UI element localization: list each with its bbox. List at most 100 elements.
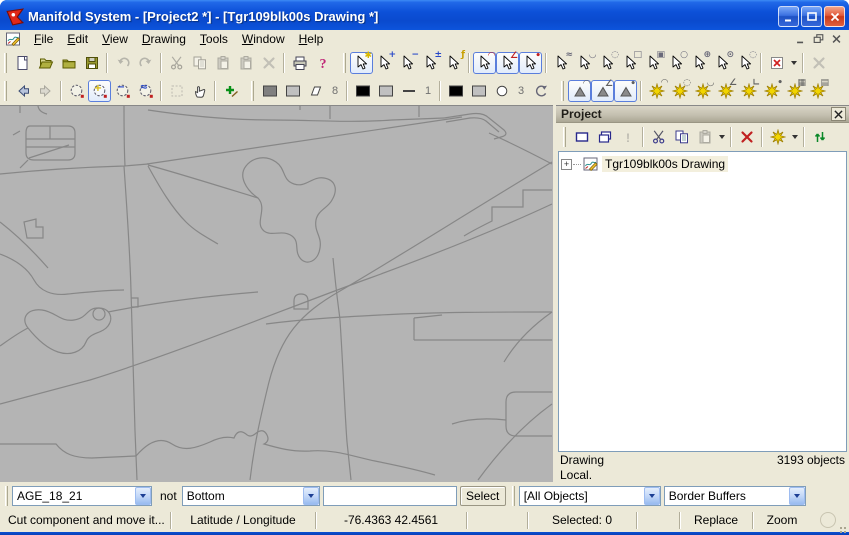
snap-to-point-button[interactable]: • <box>614 80 637 102</box>
zoom-out-button[interactable]: − <box>111 80 134 102</box>
edit-corner-button[interactable]: ∟ <box>737 80 760 102</box>
tree-item-drawing[interactable]: + Tgr109blk00s Drawing <box>561 155 844 173</box>
chevron-down-icon[interactable] <box>135 487 151 505</box>
help-button[interactable]: ? <box>311 52 334 74</box>
menu-window[interactable]: Window <box>235 31 292 47</box>
select-circle-button[interactable]: ○ <box>665 52 688 74</box>
status-tool-mode[interactable]: Zoom <box>753 512 811 529</box>
view-mode-button[interactable] <box>65 80 88 102</box>
touch-select-segment-button[interactable]: ∠ <box>496 52 519 74</box>
open-in-new-window-button[interactable] <box>593 126 616 148</box>
select-box-centered-button[interactable]: ▣ <box>642 52 665 74</box>
maximize-button[interactable] <box>801 6 822 27</box>
condition-combo[interactable]: Bottom <box>182 486 320 506</box>
dropdown-arrow-icon[interactable] <box>789 126 800 148</box>
line-style-button[interactable] <box>397 80 420 102</box>
open-project-button[interactable] <box>34 52 57 74</box>
new-document-button[interactable] <box>11 52 34 74</box>
menu-help[interactable]: Help <box>292 31 331 47</box>
not-toggle[interactable]: not <box>155 489 182 503</box>
toolbar-grip[interactable] <box>251 81 254 101</box>
line-foreground-color-button[interactable] <box>351 80 374 102</box>
area-foreground-color-button[interactable] <box>258 80 281 102</box>
chevron-down-icon[interactable] <box>303 487 319 505</box>
select-circle-plus-button[interactable]: ⊕ <box>688 52 711 74</box>
map-canvas[interactable] <box>0 105 553 482</box>
chevron-down-icon[interactable] <box>644 487 660 505</box>
open-component-button[interactable] <box>570 126 593 148</box>
print-button[interactable] <box>288 52 311 74</box>
toolbar-grip[interactable] <box>512 486 515 506</box>
zoom-in-button[interactable]: + <box>88 80 111 102</box>
area-style-button[interactable] <box>304 80 327 102</box>
select-button[interactable]: Select <box>460 486 506 506</box>
point-style-button[interactable] <box>490 80 513 102</box>
select-touch-button[interactable]: ≈ <box>550 52 573 74</box>
point-foreground-color-button[interactable] <box>444 80 467 102</box>
close-button[interactable] <box>824 6 845 27</box>
select-box-button[interactable]: □ <box>619 52 642 74</box>
pane-close-button[interactable] <box>831 107 846 121</box>
toolbar-grip[interactable] <box>5 486 8 506</box>
select-circle-dotted-button[interactable]: ◌ <box>734 52 757 74</box>
save-button[interactable] <box>80 52 103 74</box>
objects-combo[interactable]: [All Objects] <box>519 486 661 506</box>
field-combo[interactable]: AGE_18_21 <box>12 486 152 506</box>
select-formula-button[interactable]: ƒ <box>442 52 465 74</box>
edit-grid-button[interactable]: ▦ <box>783 80 806 102</box>
area-background-color-button[interactable] <box>281 80 304 102</box>
mdi-close-button[interactable] <box>828 32 845 46</box>
edit-segment-button[interactable]: ∠ <box>714 80 737 102</box>
toolbar-grip[interactable] <box>343 53 346 73</box>
edit-line-button[interactable]: ◠ <box>645 80 668 102</box>
dropdown-arrow-icon[interactable] <box>788 52 799 74</box>
line-background-color-button[interactable] <box>374 80 397 102</box>
toolbar-grip[interactable] <box>4 81 7 101</box>
delete-button[interactable] <box>735 126 758 148</box>
touch-select-line-button[interactable]: ◠ <box>473 52 496 74</box>
menu-edit[interactable]: Edit <box>60 31 95 47</box>
cut-button[interactable] <box>647 126 670 148</box>
edit-area-button[interactable]: ◌ <box>668 80 691 102</box>
chevron-down-icon[interactable] <box>789 487 805 505</box>
expand-icon[interactable]: + <box>561 159 572 170</box>
snap-to-line-button[interactable]: ◠ <box>568 80 591 102</box>
import-button[interactable] <box>57 52 80 74</box>
status-paste-mode[interactable]: Replace <box>680 512 752 529</box>
new-component-button[interactable] <box>766 126 789 148</box>
rotate-button[interactable] <box>529 80 552 102</box>
mdi-minimize-button[interactable] <box>792 32 809 46</box>
select-new-button[interactable]: ✱ <box>350 52 373 74</box>
mdi-restore-button[interactable] <box>810 32 827 46</box>
edit-grid-alt-button[interactable]: ▤ <box>806 80 829 102</box>
select-toggle-button[interactable]: ± <box>419 52 442 74</box>
clear-selection-button[interactable] <box>765 52 788 74</box>
snap-to-segment-button[interactable]: ∠ <box>591 80 614 102</box>
value-input[interactable] <box>323 486 457 506</box>
toolbar-grip[interactable] <box>561 81 564 101</box>
select-add-button[interactable]: + <box>373 52 396 74</box>
resize-grip[interactable] <box>819 511 849 531</box>
touch-select-point-button[interactable]: • <box>519 52 542 74</box>
zoom-fit-button[interactable]: ≈ <box>134 80 157 102</box>
back-button[interactable] <box>11 80 34 102</box>
edit-point-button[interactable]: • <box>760 80 783 102</box>
minimize-button[interactable] <box>778 6 799 27</box>
refresh-data-button[interactable] <box>808 126 831 148</box>
toolbar-grip[interactable] <box>4 53 7 73</box>
point-background-color-button[interactable] <box>467 80 490 102</box>
tree-item-label[interactable]: Tgr109blk00s Drawing <box>602 156 728 172</box>
pan-button[interactable] <box>188 80 211 102</box>
select-circle-centered-button[interactable]: ⊙ <box>711 52 734 74</box>
toolbar-grip[interactable] <box>563 127 566 147</box>
menu-file[interactable]: File <box>27 31 60 47</box>
select-lasso-button[interactable]: ◌ <box>596 52 619 74</box>
menu-tools[interactable]: Tools <box>193 31 235 47</box>
menu-view[interactable]: View <box>95 31 135 47</box>
select-freeform-button[interactable]: ◡ <box>573 52 596 74</box>
template-combo[interactable]: Border Buffers <box>664 486 806 506</box>
menu-drawing[interactable]: Drawing <box>135 31 193 47</box>
edit-arc-button[interactable]: ◡ <box>691 80 714 102</box>
select-subtract-button[interactable]: − <box>396 52 419 74</box>
copy-button[interactable] <box>670 126 693 148</box>
